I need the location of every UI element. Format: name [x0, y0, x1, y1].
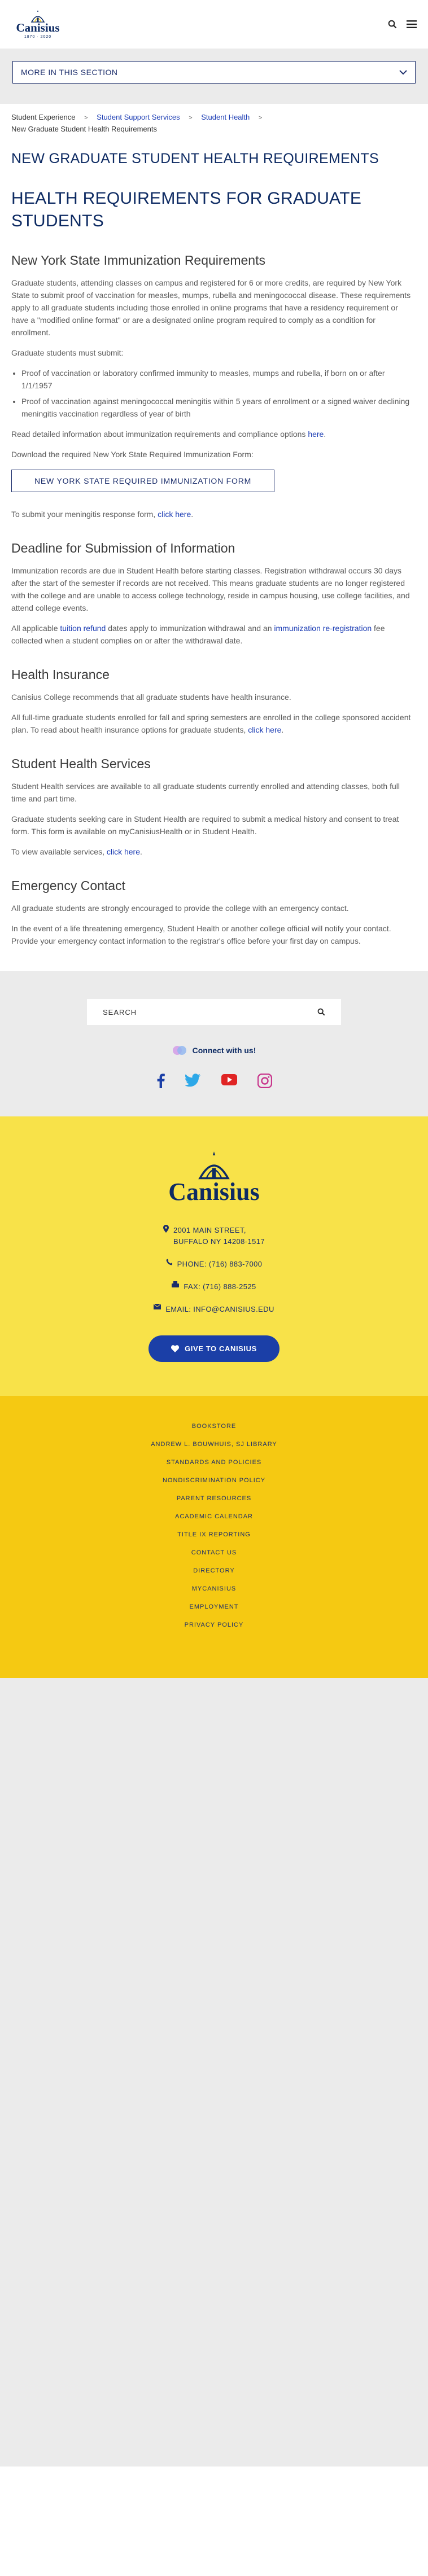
deadline-paragraph: Immunization records are due in Student … — [11, 566, 410, 612]
site-header: Canisius 1870 · 2020 — [0, 0, 428, 49]
footer-link-nondiscrimination[interactable]: NONDISCRIMINATION POLICY — [0, 1476, 428, 1485]
emergency-heading: Emergency Contact — [11, 878, 125, 893]
breadcrumb-student-health[interactable]: Student Health — [201, 113, 250, 121]
footer-link-bookstore[interactable]: BOOKSTORE — [0, 1422, 428, 1431]
accident-plan-paragraph: All full-time graduate students enrolled… — [11, 713, 411, 734]
hamburger-menu-icon[interactable] — [405, 18, 418, 30]
meningitis-form-text: To submit your meningitis response form,… — [11, 510, 194, 519]
location-pin-icon — [163, 1225, 169, 1233]
insurance-options-link[interactable]: click here — [248, 725, 281, 734]
section-nav-wrap: MORE IN THIS SECTION — [0, 49, 428, 104]
requirements-list: Proof of vaccination or laboratory confi… — [11, 367, 417, 420]
page-subtitle: HEALTH REQUIREMENTS FOR GRADUATE STUDENT… — [11, 189, 362, 230]
detailed-info-text: Read detailed information about immuniza… — [11, 430, 326, 439]
emergency-notify-paragraph: In the event of a life threatening emerg… — [11, 924, 391, 945]
email-icon — [154, 1304, 161, 1309]
chevron-down-icon — [399, 69, 407, 75]
footer-link-contact[interactable]: CONTACT US — [0, 1548, 428, 1557]
footer-link-library[interactable]: ANDREW L. BOUWHUIS, SJ LIBRARY — [0, 1440, 428, 1449]
phone-icon — [166, 1259, 173, 1265]
services-paragraph: Student Health services are available to… — [11, 782, 400, 803]
youtube-icon[interactable] — [221, 1074, 237, 1086]
medical-history-paragraph: Graduate students seeking care in Studen… — [11, 814, 399, 836]
footer-links: BOOKSTORE ANDREW L. BOUWHUIS, SJ LIBRARY… — [0, 1396, 428, 1678]
give-button-label: GIVE TO CANISIUS — [185, 1344, 257, 1353]
tuition-refund-link[interactable]: tuition refund — [60, 624, 106, 633]
twitter-icon[interactable] — [185, 1074, 201, 1087]
search-placeholder: SEARCH — [103, 1007, 137, 1017]
immunization-heading: New York State Immunization Requirements — [11, 253, 265, 268]
breadcrumb-student-support-services[interactable]: Student Support Services — [97, 113, 180, 121]
search-band: SEARCH Connect with us! — [0, 971, 428, 1116]
phone-row[interactable]: PHONE: (716) 883-7000 — [0, 1259, 428, 1270]
list-item: Proof of vaccination or laboratory confi… — [21, 367, 417, 392]
logo-years: 1870 · 2020 — [24, 35, 52, 39]
footer-link-parent-resources[interactable]: PARENT RESOURCES — [0, 1494, 428, 1503]
footer-link-privacy[interactable]: PRIVACY POLICY — [0, 1620, 428, 1629]
breadcrumb-separator-icon: > — [84, 115, 88, 121]
footer-link-mycanisius[interactable]: MYCANISIUS — [0, 1584, 428, 1593]
deadline-heading: Deadline for Submission of Information — [11, 541, 235, 555]
phone-text: PHONE: (716) 883-7000 — [177, 1260, 263, 1268]
main-content: NEW GRADUATE STUDENT HEALTH REQUIREMENTS… — [0, 151, 428, 947]
refund-paragraph: All applicable tuition refund dates appl… — [11, 624, 385, 645]
insurance-heading: Health Insurance — [11, 667, 110, 682]
footer-link-employment[interactable]: EMPLOYMENT — [0, 1602, 428, 1611]
footer-logo[interactable]: Canisius — [0, 1150, 428, 1204]
fax-text: FAX: (716) 888-2525 — [184, 1282, 256, 1291]
meningitis-form-link[interactable]: click here — [158, 510, 191, 519]
footer-contact: Canisius 2001 MAIN STREET, BUFFALO NY 14… — [0, 1116, 428, 1396]
breadcrumb: Student Experience > Student Support Ser… — [0, 104, 428, 135]
footer-address-block: 2001 MAIN STREET, BUFFALO NY 14208-1517 … — [0, 1225, 428, 1315]
site-search-input[interactable]: SEARCH — [87, 999, 341, 1025]
site-footer: Canisius 2001 MAIN STREET, BUFFALO NY 14… — [0, 1116, 428, 2467]
immunization-paragraph: Graduate students, attending classes on … — [11, 278, 411, 337]
view-services-text: To view available services, click here. — [11, 847, 142, 856]
services-heading: Student Health Services — [11, 756, 151, 771]
logo-wordmark: Canisius — [16, 21, 60, 34]
footer-link-directory[interactable]: DIRECTORY — [0, 1566, 428, 1575]
page-bottom-area — [0, 1678, 428, 2467]
breadcrumb-current: New Graduate Student Health Requirements — [11, 125, 157, 133]
footer-link-standards[interactable]: STANDARDS AND POLICIES — [0, 1458, 428, 1467]
canisius-logo[interactable]: Canisius 1870 · 2020 — [16, 10, 60, 39]
address-line-1: 2001 MAIN STREET, — [173, 1226, 246, 1234]
breadcrumb-separator-icon: > — [258, 115, 263, 121]
connect-with-us: Connect with us! — [0, 1044, 428, 1057]
connect-label: Connect with us! — [192, 1046, 256, 1055]
emergency-paragraph: All graduate students are strongly encou… — [11, 904, 349, 913]
section-nav-label: MORE IN THIS SECTION — [21, 68, 118, 77]
instagram-icon[interactable] — [257, 1074, 272, 1088]
insurance-paragraph: Canisius College recommends that all gra… — [11, 693, 291, 702]
list-item: Proof of vaccination against meningococc… — [21, 395, 417, 420]
give-to-canisius-button[interactable]: GIVE TO CANISIUS — [149, 1335, 279, 1362]
immunization-info-link[interactable]: here — [308, 430, 324, 439]
connect-icon — [172, 1046, 186, 1055]
page-title: NEW GRADUATE STUDENT HEALTH REQUIREMENTS — [11, 151, 379, 167]
fax-row: FAX: (716) 888-2525 — [0, 1281, 428, 1293]
more-in-section-dropdown[interactable]: MORE IN THIS SECTION — [12, 61, 416, 84]
fax-icon — [172, 1281, 180, 1287]
tower-icon — [198, 1151, 230, 1180]
breadcrumb-separator-icon: > — [189, 115, 193, 121]
address-row: 2001 MAIN STREET, BUFFALO NY 14208-1517 — [0, 1225, 428, 1247]
download-form-text: Download the required New York State Req… — [11, 450, 254, 459]
email-row[interactable]: EMAIL: INFO@CANISIUS.EDU — [0, 1304, 428, 1315]
immunization-form-button[interactable]: NEW YORK STATE REQUIRED IMMUNIZATION FOR… — [11, 470, 275, 492]
address-line-2: BUFFALO NY 14208-1517 — [173, 1237, 265, 1246]
social-links — [0, 1074, 428, 1088]
breadcrumb-student-experience[interactable]: Student Experience — [11, 113, 75, 121]
footer-link-title-ix[interactable]: TITLE IX REPORTING — [0, 1530, 428, 1539]
facebook-icon[interactable] — [156, 1074, 165, 1088]
heart-icon — [171, 1345, 180, 1352]
email-text: EMAIL: INFO@CANISIUS.EDU — [165, 1305, 274, 1313]
must-submit-text: Graduate students must submit: — [11, 348, 124, 357]
header-tools — [386, 18, 418, 30]
footer-logo-wordmark: Canisius — [168, 1178, 260, 1206]
immunization-reregistration-link[interactable]: immunization re-registration — [274, 624, 372, 633]
view-services-link[interactable]: click here — [107, 847, 140, 856]
search-icon[interactable] — [386, 18, 399, 30]
footer-link-academic-calendar[interactable]: ACADEMIC CALENDAR — [0, 1512, 428, 1521]
search-icon[interactable] — [317, 1008, 325, 1016]
